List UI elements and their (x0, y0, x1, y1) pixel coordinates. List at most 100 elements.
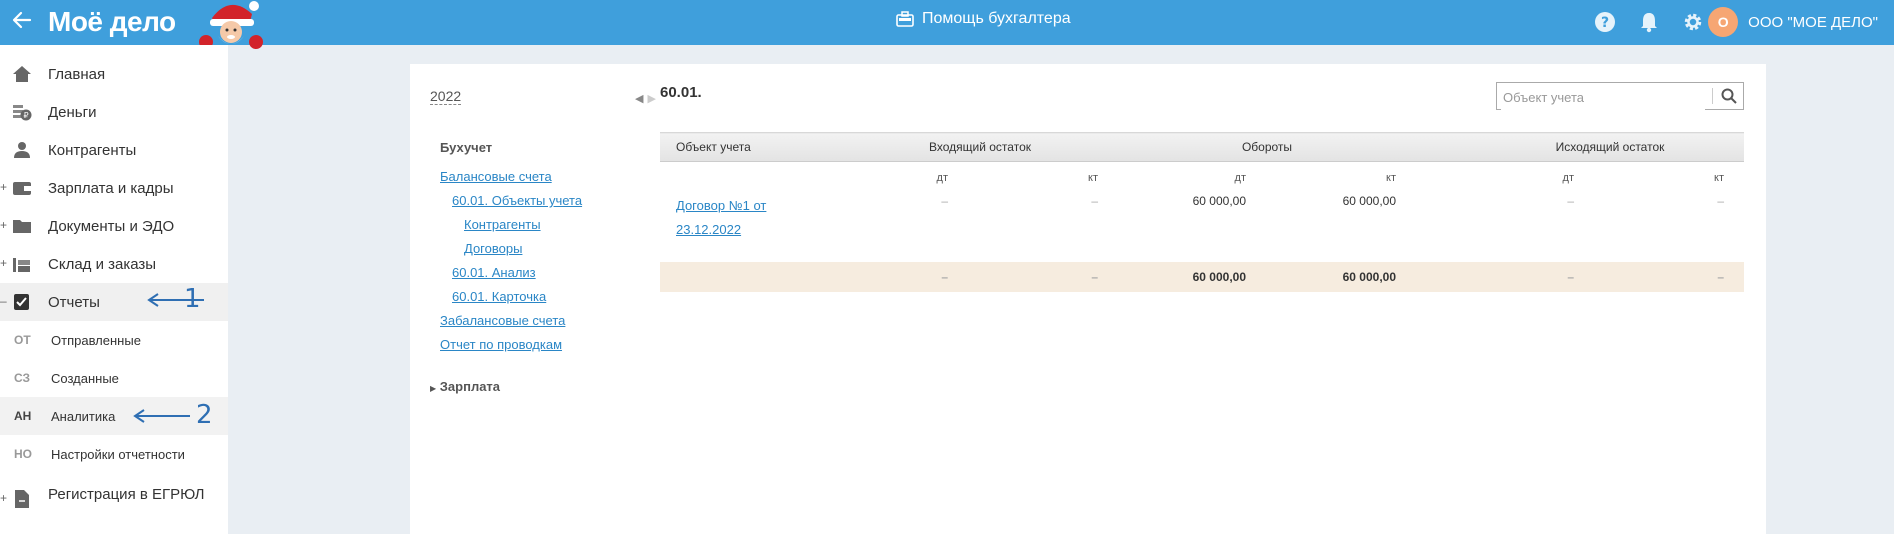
report-links: Балансовые счета 60.01. Объекты учета Ко… (430, 165, 630, 357)
sidebar-item-label: Регистрация в ЕГРЮЛ (48, 486, 205, 503)
expand-icon[interactable]: + (0, 218, 7, 232)
bell-icon[interactable] (1636, 9, 1662, 35)
annotation-number-2: 2 (196, 400, 213, 430)
sidebar-item-registration[interactable]: + Регистрация в ЕГРЮЛ (0, 481, 228, 525)
sidebar-item-salary[interactable]: + Зарплата и кадры (0, 169, 228, 207)
gear-icon[interactable] (1680, 9, 1706, 35)
search-icon[interactable] (1721, 88, 1737, 104)
table-header: Объект учета Входящий остаток Обороты Ис… (660, 132, 1744, 162)
table-subheader: дт кт дт кт дт кт (660, 162, 1744, 195)
report-icon (14, 294, 29, 310)
sidebar-item-label: Склад и заказы (48, 255, 157, 273)
section-salary-label: Зарплата (439, 379, 501, 394)
next-year-icon[interactable]: ▶ (647, 93, 659, 105)
annotation-arrow-2-line (133, 409, 190, 423)
link-balance-accounts[interactable]: Балансовые счета (430, 165, 630, 189)
wallet-icon (13, 182, 31, 195)
search-input[interactable] (1501, 84, 1705, 110)
svg-text:?: ? (1601, 15, 1609, 31)
sidebar-item-label: Контрагенты (48, 141, 137, 159)
subheader-debit: дт (936, 172, 948, 184)
sidebar-item-label: Документы и ЭДО (48, 217, 175, 235)
sidebar-item-home[interactable]: Главная (0, 55, 228, 93)
total-closing-debit: – (1416, 262, 1594, 292)
expand-icon[interactable]: + (0, 256, 7, 270)
subitem-label: Настройки отчетности (51, 446, 185, 462)
cell-closing-credit: – (1717, 194, 1724, 208)
sidebar-subitem-created[interactable]: СЗ Созданные (0, 359, 228, 397)
expand-icon[interactable]: + (0, 180, 7, 194)
sidebar-item-label: Деньги (48, 103, 97, 121)
report-content: 60.01. Объект учета Входящий остаток Обо… (660, 82, 1744, 292)
report-navigation: 2022 ◀▶ Бухучет Балансовые счета 60.01. … (430, 88, 656, 394)
subitem-abbr: АН (14, 409, 32, 423)
accountant-help-title: Помощь бухгалтера (922, 10, 1071, 27)
caret-right-icon: ▶ (430, 384, 437, 393)
annotation-number-1: 1 (184, 284, 201, 314)
sidebar-item-documents[interactable]: + Документы и ЭДО (0, 207, 228, 245)
year-selector[interactable]: 2022 (430, 88, 462, 105)
sidebar-subitem-report-settings[interactable]: НО Настройки отчетности (0, 435, 228, 473)
link-60-01-card[interactable]: 60.01. Карточка (430, 285, 630, 309)
link-60-01-analysis[interactable]: 60.01. Анализ (430, 261, 630, 285)
subitem-abbr: СЗ (14, 371, 31, 385)
section-salary-collapsed[interactable]: ▶ Зарплата (430, 379, 630, 394)
contract-link[interactable]: Договор №1 от 23.12.2022 (676, 198, 766, 237)
header-closing-balance: Исходящий остаток (1416, 132, 1744, 162)
organization-menu[interactable]: О ООО "МОЕ ДЕЛО" (1708, 7, 1878, 37)
prev-year-icon[interactable]: ◀ (635, 93, 647, 105)
app-logo[interactable]: Моё дело (48, 6, 176, 38)
accountant-help-link[interactable]: Помощь бухгалтера (896, 10, 1071, 28)
total-closing-credit: – (1594, 262, 1744, 292)
cell-turnover-debit: 60 000,00 (1192, 194, 1246, 208)
sidebar-subitem-analytics[interactable]: АН Аналитика (0, 397, 228, 435)
subitem-abbr: НО (14, 447, 32, 461)
report-table: Объект учета Входящий остаток Обороты Ис… (660, 132, 1744, 292)
expand-icon[interactable]: + (0, 491, 7, 505)
sidebar-item-label: Зарплата и кадры (48, 179, 174, 197)
help-icon[interactable]: ? (1592, 9, 1618, 35)
cell-opening-credit: – (1091, 194, 1098, 208)
cell-closing-debit: – (1567, 194, 1574, 208)
subitem-label: Отправленные (51, 332, 141, 348)
link-contracts[interactable]: Договоры (430, 237, 630, 261)
top-bar: Моё дело Помощь бухгалтера ? О ООО "МОЕ … (0, 0, 1894, 49)
contract-link-line2: 23.12.2022 (676, 222, 742, 237)
table-row: Договор №1 от 23.12.2022 – – 60 000,00 60… (660, 194, 1744, 262)
sidebar-subitem-sent[interactable]: ОТ Отправленные (0, 321, 228, 359)
subitem-abbr: ОТ (14, 333, 31, 347)
year-navigation: ◀▶ (635, 92, 660, 105)
money-icon: ₽ (13, 105, 32, 121)
cell-turnover-credit: 60 000,00 (1342, 194, 1396, 208)
table-total-row: – – 60 000,00 60 000,00 – – (660, 262, 1744, 292)
home-icon (13, 66, 31, 82)
warehouse-icon (13, 258, 30, 272)
sidebar-item-contractors[interactable]: Контрагенты (0, 131, 228, 169)
section-heading-accounting: Бухучет (440, 140, 493, 155)
main-panel: 2022 ◀▶ Бухучет Балансовые счета 60.01. … (410, 64, 1766, 534)
svg-text:₽: ₽ (23, 111, 28, 120)
contractors-icon (14, 142, 30, 158)
subheader-debit: дт (1234, 172, 1246, 184)
search-divider (1712, 88, 1713, 104)
back-arrow-icon[interactable] (10, 8, 34, 36)
link-60-01-objects[interactable]: 60.01. Объекты учета (430, 189, 630, 213)
subheader-credit: кт (1386, 172, 1396, 184)
collapse-icon[interactable]: – (0, 294, 7, 308)
sidebar-item-warehouse[interactable]: + Склад и заказы (0, 245, 228, 283)
link-contractors[interactable]: Контрагенты (430, 213, 630, 237)
subheader-credit: кт (1714, 172, 1724, 184)
link-entries-report[interactable]: Отчет по проводкам (430, 333, 630, 357)
total-turnover-credit: 60 000,00 (1266, 262, 1416, 292)
sidebar-item-label: Главная (48, 65, 106, 83)
link-off-balance-accounts[interactable]: Забалансовые счета (430, 309, 630, 333)
subheader-credit: кт (1088, 172, 1098, 184)
header-turnover: Обороты (1118, 132, 1416, 162)
total-opening-debit: – (842, 262, 968, 292)
subheader-debit: дт (1562, 172, 1574, 184)
header-opening-balance: Входящий остаток (842, 132, 1118, 162)
organization-name: ООО "МОЕ ДЕЛО" (1748, 13, 1878, 31)
subitem-label: Аналитика (51, 408, 116, 424)
sidebar-item-label: Отчеты (48, 293, 100, 311)
sidebar-item-money[interactable]: ₽ Деньги (0, 93, 228, 131)
